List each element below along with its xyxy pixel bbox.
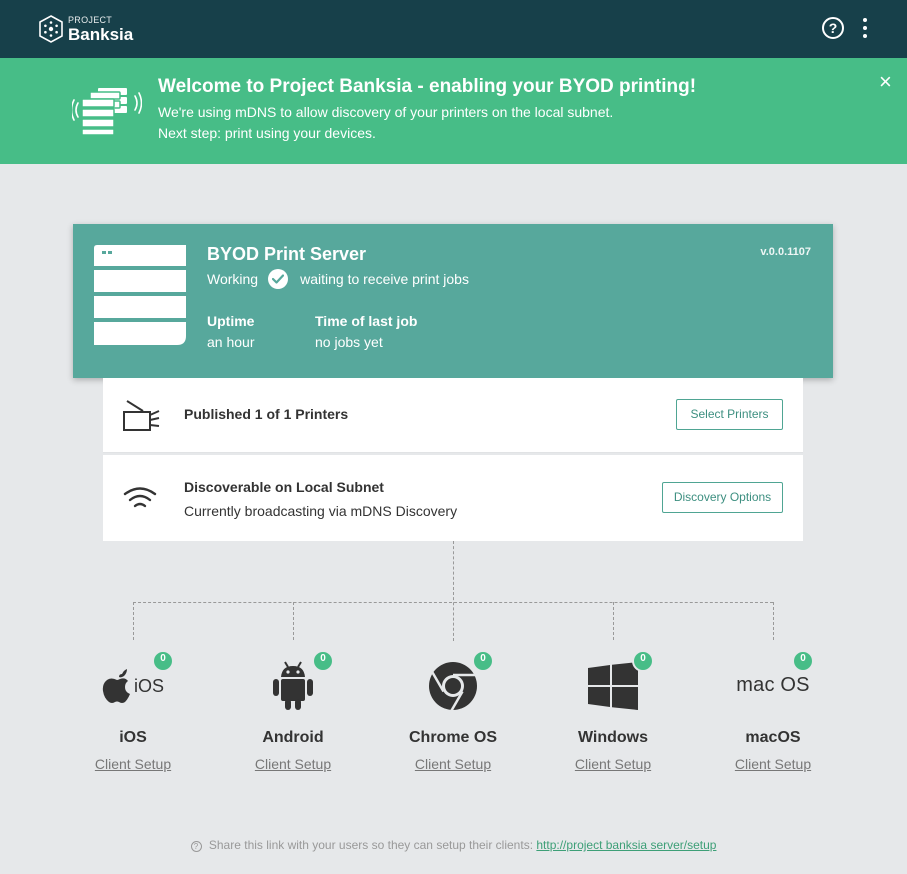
- banner-title: Welcome to Project Banksia - enabling yo…: [158, 76, 697, 97]
- platform-name: Chrome OS: [408, 729, 497, 746]
- server-state: Working: [207, 271, 259, 287]
- connector-line: [133, 602, 134, 640]
- close-icon[interactable]: ×: [879, 71, 892, 93]
- client-setup-link[interactable]: Client Setup: [388, 756, 518, 772]
- connector-line: [133, 602, 773, 603]
- printers-title: Published 1 of 1 Printers: [184, 406, 349, 422]
- discovery-title: Discoverable on Local Subnet: [184, 479, 384, 495]
- connector-line: [773, 602, 774, 640]
- app-logo[interactable]: PROJECT Banksia: [36, 13, 133, 45]
- ios-logo-text: iOS: [133, 675, 164, 696]
- connector-line: [613, 602, 614, 640]
- discovery-row: Discoverable on Local Subnet Currently b…: [103, 455, 803, 541]
- platform-name: Windows: [577, 729, 649, 746]
- check-icon: [268, 269, 289, 289]
- platform-macos: mac OS 0 macOS Client Setup: [708, 650, 838, 780]
- print-server-card: BYOD Print Server Working waiting to rec…: [73, 224, 833, 378]
- footer: ? Share this link with your users so the…: [0, 838, 907, 852]
- client-count-badge: 0: [152, 650, 174, 672]
- banner-description: We're using mDNS to allow discovery of y…: [158, 104, 614, 120]
- client-count-badge: 0: [632, 650, 654, 672]
- platform-chrome-os: 0 Chrome OS Client Setup: [388, 650, 518, 780]
- platform-windows: 0 Windows Client Setup: [548, 650, 678, 780]
- connector-line: [293, 602, 294, 640]
- platform-android: 0 Android Client Setup: [228, 650, 358, 780]
- wifi-icon: [123, 487, 157, 508]
- client-setup-link[interactable]: Client Setup: [228, 756, 358, 772]
- server-title: BYOD Print Server: [207, 244, 367, 264]
- macos-logo-text: mac OS: [736, 674, 810, 696]
- client-setup-link[interactable]: Client Setup: [548, 756, 678, 772]
- client-count-badge: 0: [312, 650, 334, 672]
- version-label: v.0.0.1107: [760, 246, 811, 258]
- logo-small-text: PROJECT: [68, 14, 113, 25]
- client-count-badge: 0: [472, 650, 494, 672]
- platform-name: macOS: [745, 729, 801, 746]
- client-setup-link[interactable]: Client Setup: [68, 756, 198, 772]
- setup-link[interactable]: http://project banksia server/setup: [536, 838, 716, 852]
- info-icon: ?: [190, 841, 202, 852]
- connector-line: [453, 541, 454, 641]
- client-count-badge: 0: [792, 650, 814, 672]
- last-job-value: no jobs yet: [315, 334, 383, 350]
- server-icon: [94, 245, 186, 345]
- logo-title: Banksia: [68, 24, 134, 44]
- client-setup-link[interactable]: Client Setup: [708, 756, 838, 772]
- footer-text: Share this link with your users so they …: [208, 838, 534, 852]
- help-icon[interactable]: ?: [822, 17, 844, 39]
- uptime-label: Uptime: [207, 313, 255, 329]
- uptime-value: an hour: [207, 334, 255, 350]
- server-status: Working waiting to receive print jobs: [207, 269, 469, 289]
- server-broadcast-icon: [72, 88, 142, 136]
- discovery-options-button[interactable]: Discovery Options: [662, 482, 783, 513]
- top-bar: PROJECT Banksia ?: [0, 0, 907, 58]
- platform-name: iOS: [119, 729, 147, 746]
- more-options-icon[interactable]: [858, 17, 872, 39]
- last-job-label: Time of last job: [315, 313, 418, 329]
- platform-name: Android: [262, 729, 324, 746]
- banner-next-step: Next step: print using your devices.: [158, 125, 376, 141]
- printer-icon: [123, 400, 160, 431]
- welcome-banner: Welcome to Project Banksia - enabling yo…: [0, 58, 907, 164]
- server-status-text: waiting to receive print jobs: [300, 271, 469, 287]
- platform-ios: iOS 0 iOS Client Setup: [68, 650, 198, 780]
- select-printers-button[interactable]: Select Printers: [676, 399, 783, 430]
- banksia-logo-icon: [39, 15, 63, 43]
- printers-row: Published 1 of 1 Printers Select Printer…: [103, 378, 803, 453]
- discovery-subtitle: Currently broadcasting via mDNS Discover…: [184, 503, 458, 519]
